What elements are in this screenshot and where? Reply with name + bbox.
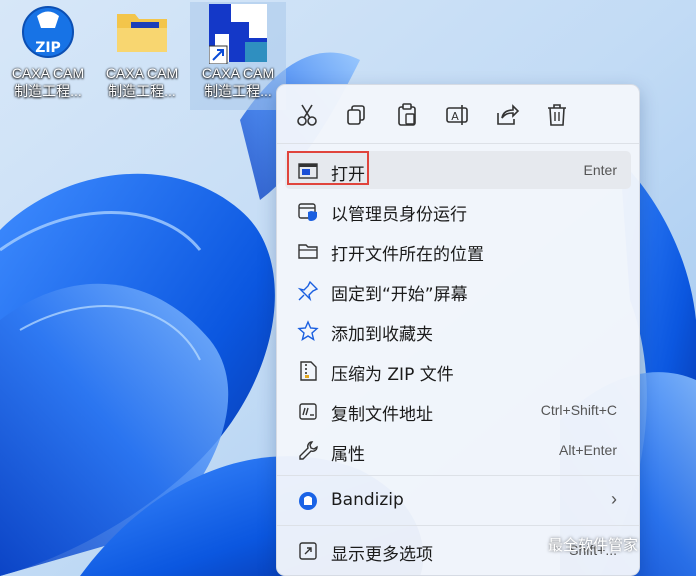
menu-item-open-file-location[interactable]: 打开文件所在的位置 [285, 231, 631, 269]
menu-separator [277, 143, 639, 144]
desktop-icon-sublabel: 制造工程... [14, 83, 82, 99]
menu-item-label: 属性 [331, 445, 365, 465]
menu-item-add-to-favorites[interactable]: 添加到收藏夹 [285, 311, 631, 349]
menu-item-label: 打开文件所在的位置 [331, 245, 484, 265]
svg-text:ZIP: ZIP [35, 40, 61, 56]
zip-folder-icon [297, 360, 319, 382]
delete-icon[interactable] [543, 101, 571, 129]
zip-file-icon: ZIP [19, 2, 77, 64]
menu-item-label: 以管理员身份运行 [331, 205, 467, 225]
menu-item-label: 添加到收藏夹 [331, 325, 433, 345]
menu-item-label: 显示更多选项 [331, 545, 433, 565]
rename-icon[interactable]: A [443, 101, 471, 129]
menu-item-label: Bandizip [331, 490, 404, 510]
desktop-icon-label: CAXA CAM [105, 65, 179, 81]
wrench-icon [297, 440, 319, 462]
desktop-icon-sublabel: 制造工程... [204, 83, 272, 99]
cut-icon[interactable] [293, 101, 321, 129]
caxa-app-icon [208, 2, 267, 65]
paste-icon[interactable] [393, 101, 421, 129]
menu-separator [277, 525, 639, 526]
context-menu: A 打开 Enter 以管理员身份运行 打开文件所在的位置 固定到“开始”屏幕 [276, 84, 640, 576]
menu-item-bandizip[interactable]: Bandizip › [285, 481, 631, 519]
more-options-icon [297, 540, 319, 562]
desktop-icon-label: CAXA CAM [201, 65, 275, 81]
desktop-icon-shortcut-selected[interactable]: CAXA CAM 制造工程... [190, 2, 286, 110]
folder-icon [113, 2, 171, 64]
copy-path-icon [297, 400, 319, 422]
menu-item-label: 固定到“开始”屏幕 [331, 285, 468, 305]
chevron-right-icon: › [611, 489, 617, 509]
menu-item-compress-zip[interactable]: 压缩为 ZIP 文件 [285, 351, 631, 389]
folder-outline-icon [297, 240, 319, 262]
copy-icon[interactable] [343, 101, 371, 129]
svg-text:A: A [451, 110, 459, 123]
star-icon [297, 320, 319, 342]
pin-icon [297, 280, 319, 302]
desktop-icon-folder[interactable]: CAXA CAM 制造工程... [94, 2, 190, 100]
menu-item-label: 压缩为 ZIP 文件 [331, 365, 454, 385]
admin-shield-icon [297, 200, 319, 222]
menu-item-shortcut: Ctrl+Shift+C [540, 402, 617, 418]
menu-item-label: 复制文件地址 [331, 405, 433, 425]
menu-item-shortcut: Alt+Enter [559, 442, 617, 458]
desktop-icon-label: CAXA CAM [11, 65, 85, 81]
menu-separator [277, 475, 639, 476]
watermark-text: 最全软件管家 [548, 536, 639, 554]
menu-item-shortcut: Enter [583, 162, 617, 178]
menu-item-copy-path[interactable]: 复制文件地址 Ctrl+Shift+C [285, 391, 631, 429]
menu-item-run-as-admin[interactable]: 以管理员身份运行 [285, 191, 631, 229]
desktop-icon-zip[interactable]: ZIP CAXA CAM 制造工程... [0, 2, 96, 100]
open-highlight-box [287, 151, 369, 185]
desktop-icon-sublabel: 制造工程... [108, 83, 176, 99]
bandizip-icon [297, 490, 319, 512]
menu-item-properties[interactable]: 属性 Alt+Enter [285, 431, 631, 469]
share-icon[interactable] [493, 101, 521, 129]
menu-item-pin-to-start[interactable]: 固定到“开始”屏幕 [285, 271, 631, 309]
